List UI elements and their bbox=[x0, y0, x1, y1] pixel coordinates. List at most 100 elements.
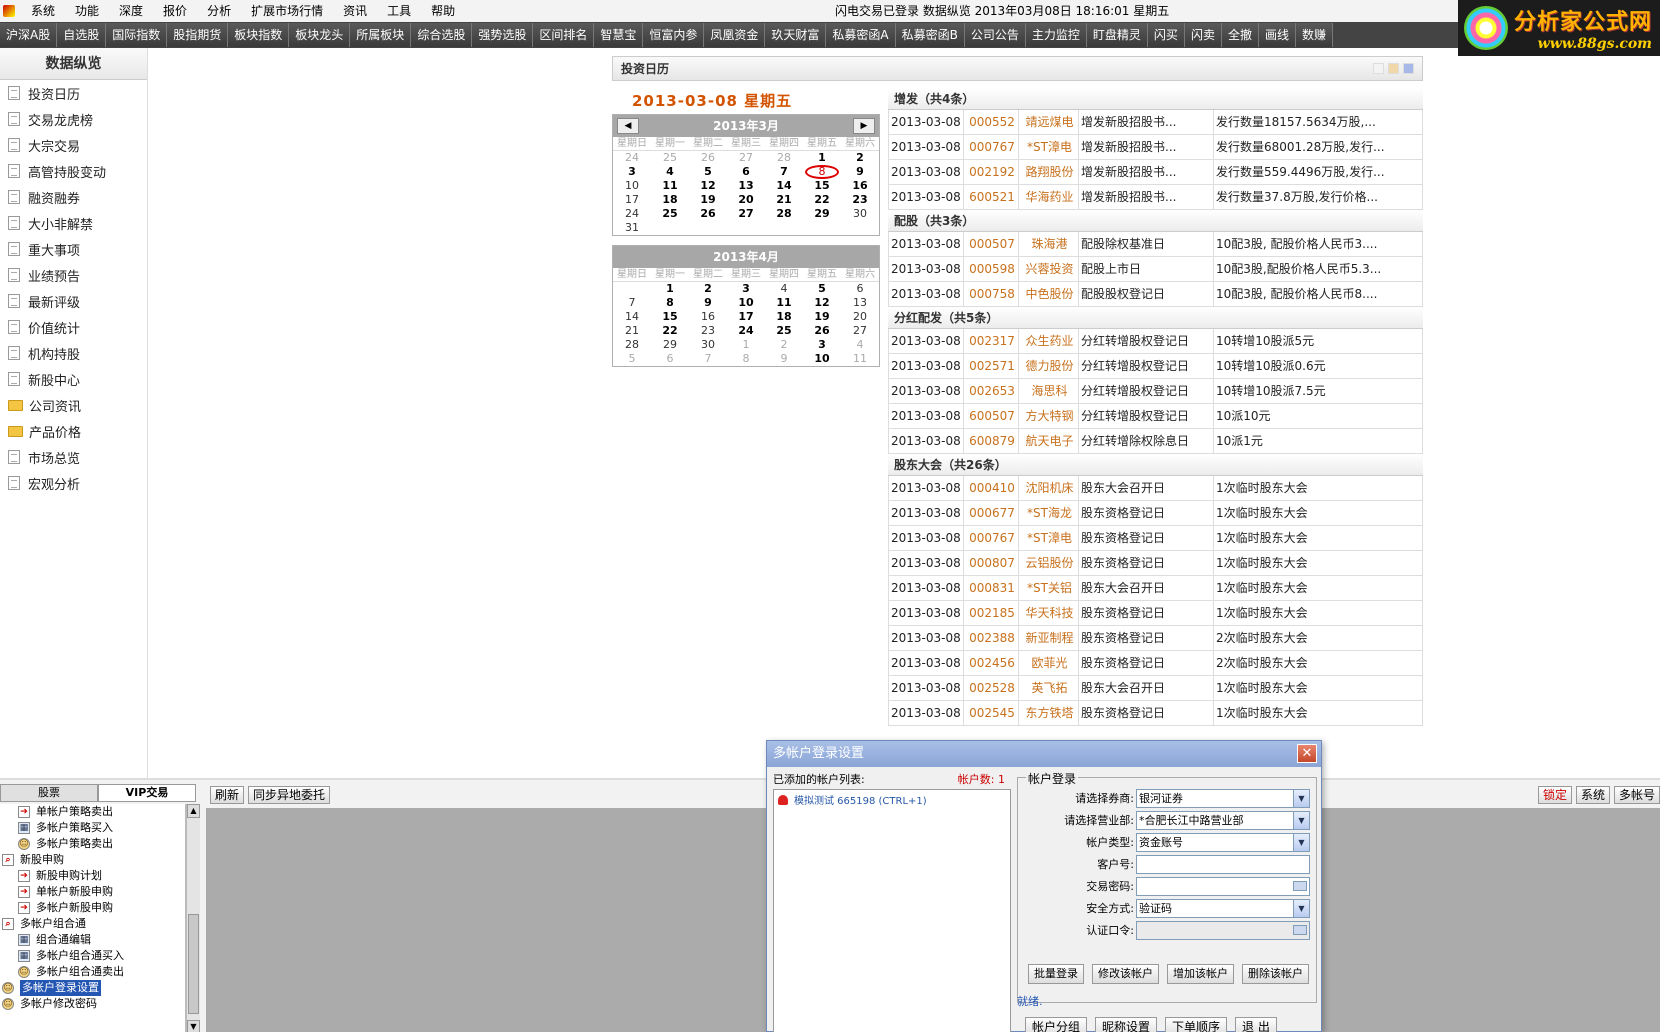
calendar-day[interactable]: 6 bbox=[727, 165, 765, 179]
stock-code[interactable]: 000831 bbox=[963, 576, 1018, 600]
event-row[interactable]: 2013-03-08 000767 *ST漳电 股东资格登记日 1次临时股东大会 bbox=[888, 526, 1423, 551]
toolbar-button[interactable]: 智慧宝 bbox=[594, 23, 644, 47]
toolbar-button[interactable]: 恒富内参 bbox=[643, 23, 705, 47]
calendar-day[interactable]: 21 bbox=[765, 193, 803, 207]
client-id-input[interactable] bbox=[1136, 854, 1310, 874]
sidebar-item[interactable]: 价值统计 bbox=[0, 314, 147, 340]
calendar-day[interactable]: 3 bbox=[613, 165, 651, 179]
event-row[interactable]: 2013-03-08 600507 方大特钢 分红转增股权登记日 10派10元 bbox=[888, 404, 1423, 429]
toolbar-button[interactable]: 私募密函A bbox=[826, 23, 896, 47]
event-row[interactable]: 2013-03-08 600521 华海药业 增发新股招股书... 发行数量37.8万股… bbox=[888, 185, 1423, 210]
event-row[interactable]: 2013-03-08 000410 沈阳机床 股东大会召开日 1次临时股东大会 bbox=[888, 476, 1423, 501]
chevron-down-icon[interactable]: ▼ bbox=[1293, 899, 1309, 917]
calendar-day[interactable]: 26 bbox=[689, 151, 727, 165]
menu-item[interactable]: 功能 bbox=[65, 0, 109, 22]
stock-name[interactable]: *ST漳电 bbox=[1018, 526, 1078, 550]
sidebar-item[interactable]: 机构持股 bbox=[0, 340, 147, 366]
calendar-day[interactable]: 15 bbox=[651, 310, 689, 324]
calendar-day[interactable]: 4 bbox=[841, 338, 879, 352]
calendar-day[interactable]: 5 bbox=[803, 282, 841, 296]
tree-item[interactable]: ▦ 组合通编辑 bbox=[0, 932, 185, 948]
calendar-day[interactable]: 27 bbox=[727, 151, 765, 165]
theme-swatch[interactable] bbox=[1373, 63, 1384, 74]
calendar-day[interactable]: 20 bbox=[841, 310, 879, 324]
calendar-day[interactable]: 24 bbox=[727, 324, 765, 338]
sidebar-item[interactable]: 最新评级 bbox=[0, 288, 147, 314]
calendar-day[interactable]: 5 bbox=[689, 165, 727, 179]
edit-account-button[interactable]: 修改该帐户 bbox=[1092, 964, 1159, 984]
chevron-down-icon[interactable]: ▼ bbox=[1293, 789, 1309, 807]
toolbar-button[interactable]: 股指期货 bbox=[167, 23, 229, 47]
calendar-day[interactable]: 11 bbox=[765, 296, 803, 310]
calendar-day[interactable]: 9 bbox=[841, 165, 879, 179]
tree-item[interactable]: ➔ 单帐户新股申购 bbox=[0, 884, 185, 900]
nickname-settings-button[interactable]: 昵称设置 bbox=[1095, 1017, 1158, 1032]
calendar-day[interactable]: 22 bbox=[651, 324, 689, 338]
calendar-day[interactable]: 7 bbox=[765, 165, 803, 179]
calendar-day[interactable]: 12 bbox=[689, 179, 727, 193]
calendar-day[interactable]: 15 bbox=[803, 179, 841, 193]
branch-select[interactable]: *合肥长江中路营业部 ▼ bbox=[1136, 810, 1310, 830]
sidebar-item[interactable]: 投资日历 bbox=[0, 80, 147, 106]
calendar-day[interactable]: 14 bbox=[613, 310, 651, 324]
account-group-button[interactable]: 帐户分组 bbox=[1025, 1017, 1088, 1032]
sidebar-item[interactable]: 融资融券 bbox=[0, 184, 147, 210]
event-row[interactable]: 2013-03-08 002545 东方铁塔 股东资格登记日 1次临时股东大会 bbox=[888, 701, 1423, 726]
calendar-day[interactable]: 24 bbox=[613, 151, 651, 165]
stock-code[interactable]: 002185 bbox=[963, 601, 1018, 625]
event-row[interactable]: 2013-03-08 000758 中色股份 配股股权登记日 10配3股, 配股价格人民… bbox=[888, 282, 1423, 307]
calendar-day[interactable]: 11 bbox=[651, 179, 689, 193]
exit-button[interactable]: 退 出 bbox=[1235, 1017, 1277, 1032]
tree-item[interactable]: ☺ 多帐户组合通卖出 bbox=[0, 964, 185, 980]
calendar-day[interactable]: 7 bbox=[613, 296, 651, 310]
calendar-day[interactable]: 16 bbox=[689, 310, 727, 324]
stock-name[interactable]: 珠海港 bbox=[1018, 232, 1078, 256]
calendar-day[interactable]: 10 bbox=[803, 352, 841, 366]
calendar-day[interactable]: 30 bbox=[841, 207, 879, 221]
toolbar-button[interactable]: 所属板块 bbox=[350, 23, 412, 47]
stock-code[interactable]: 002571 bbox=[963, 354, 1018, 378]
stock-code[interactable]: 000552 bbox=[963, 110, 1018, 134]
event-row[interactable]: 2013-03-08 002528 英飞拓 股东大会召开日 1次临时股东大会 bbox=[888, 676, 1423, 701]
toolbar-button[interactable]: 私募密函B bbox=[895, 23, 965, 47]
calendar-day[interactable]: 25 bbox=[765, 324, 803, 338]
sidebar-item[interactable]: 产品价格 bbox=[0, 418, 147, 444]
calendar-day[interactable]: 12 bbox=[803, 296, 841, 310]
stock-code[interactable]: 600879 bbox=[963, 429, 1018, 453]
order-sequence-button[interactable]: 下单顺序 bbox=[1165, 1017, 1228, 1032]
menu-item[interactable]: 报价 bbox=[153, 0, 197, 22]
toolbar-button[interactable]: 玖天财富 bbox=[765, 23, 827, 47]
calendar-day[interactable]: 28 bbox=[613, 338, 651, 352]
stock-name[interactable]: 云铝股份 bbox=[1018, 551, 1078, 575]
calendar-day[interactable]: 17 bbox=[613, 193, 651, 207]
theme-swatch[interactable] bbox=[1388, 63, 1399, 74]
tree-item[interactable]: ▦ 多帐户策略买入 bbox=[0, 820, 185, 836]
event-row[interactable]: 2013-03-08 000598 兴蓉投资 配股上市日 10配3股,配股价格人民币5.… bbox=[888, 257, 1423, 282]
stock-code[interactable]: 000598 bbox=[963, 257, 1018, 281]
calendar-day[interactable]: 29 bbox=[803, 207, 841, 221]
add-account-button[interactable]: 增加该帐户 bbox=[1167, 964, 1234, 984]
calendar-day[interactable]: 14 bbox=[765, 179, 803, 193]
stock-name[interactable]: 中色股份 bbox=[1018, 282, 1078, 306]
menu-item[interactable]: 分析 bbox=[197, 0, 241, 22]
calendar-day[interactable]: 21 bbox=[613, 324, 651, 338]
toolbar-button[interactable]: 主力监控 bbox=[1025, 23, 1087, 47]
calendar-day[interactable]: 26 bbox=[689, 207, 727, 221]
event-row[interactable]: 2013-03-08 002571 德力股份 分红转增股权登记日 10转增10股派0.6… bbox=[888, 354, 1423, 379]
stock-code[interactable]: 002456 bbox=[963, 651, 1018, 675]
tree-item[interactable]: ☺ 多帐户修改密码 bbox=[0, 996, 185, 1012]
calendar-day[interactable]: 22 bbox=[803, 193, 841, 207]
sidebar-item[interactable]: 业绩预告 bbox=[0, 262, 147, 288]
stock-name[interactable]: 兴蓉投资 bbox=[1018, 257, 1078, 281]
close-icon[interactable]: ✕ bbox=[1297, 744, 1317, 763]
calendar-day[interactable]: 24 bbox=[613, 207, 651, 221]
prev-month-icon[interactable]: ◀ bbox=[617, 118, 639, 134]
menu-item[interactable]: 资讯 bbox=[333, 0, 377, 22]
tree-item[interactable]: ➔ 单帐户策略卖出 bbox=[0, 804, 185, 820]
calendar-day[interactable]: 6 bbox=[651, 352, 689, 366]
calendar-day[interactable]: 17 bbox=[727, 310, 765, 324]
account-type-select[interactable]: 资金账号 ▼ bbox=[1136, 832, 1310, 852]
chevron-down-icon[interactable]: ▼ bbox=[1293, 811, 1309, 829]
toolbar-button[interactable]: 画线 bbox=[1258, 23, 1296, 47]
event-row[interactable]: 2013-03-08 000552 靖远煤电 增发新股招股书... 发行数量18157.… bbox=[888, 110, 1423, 135]
